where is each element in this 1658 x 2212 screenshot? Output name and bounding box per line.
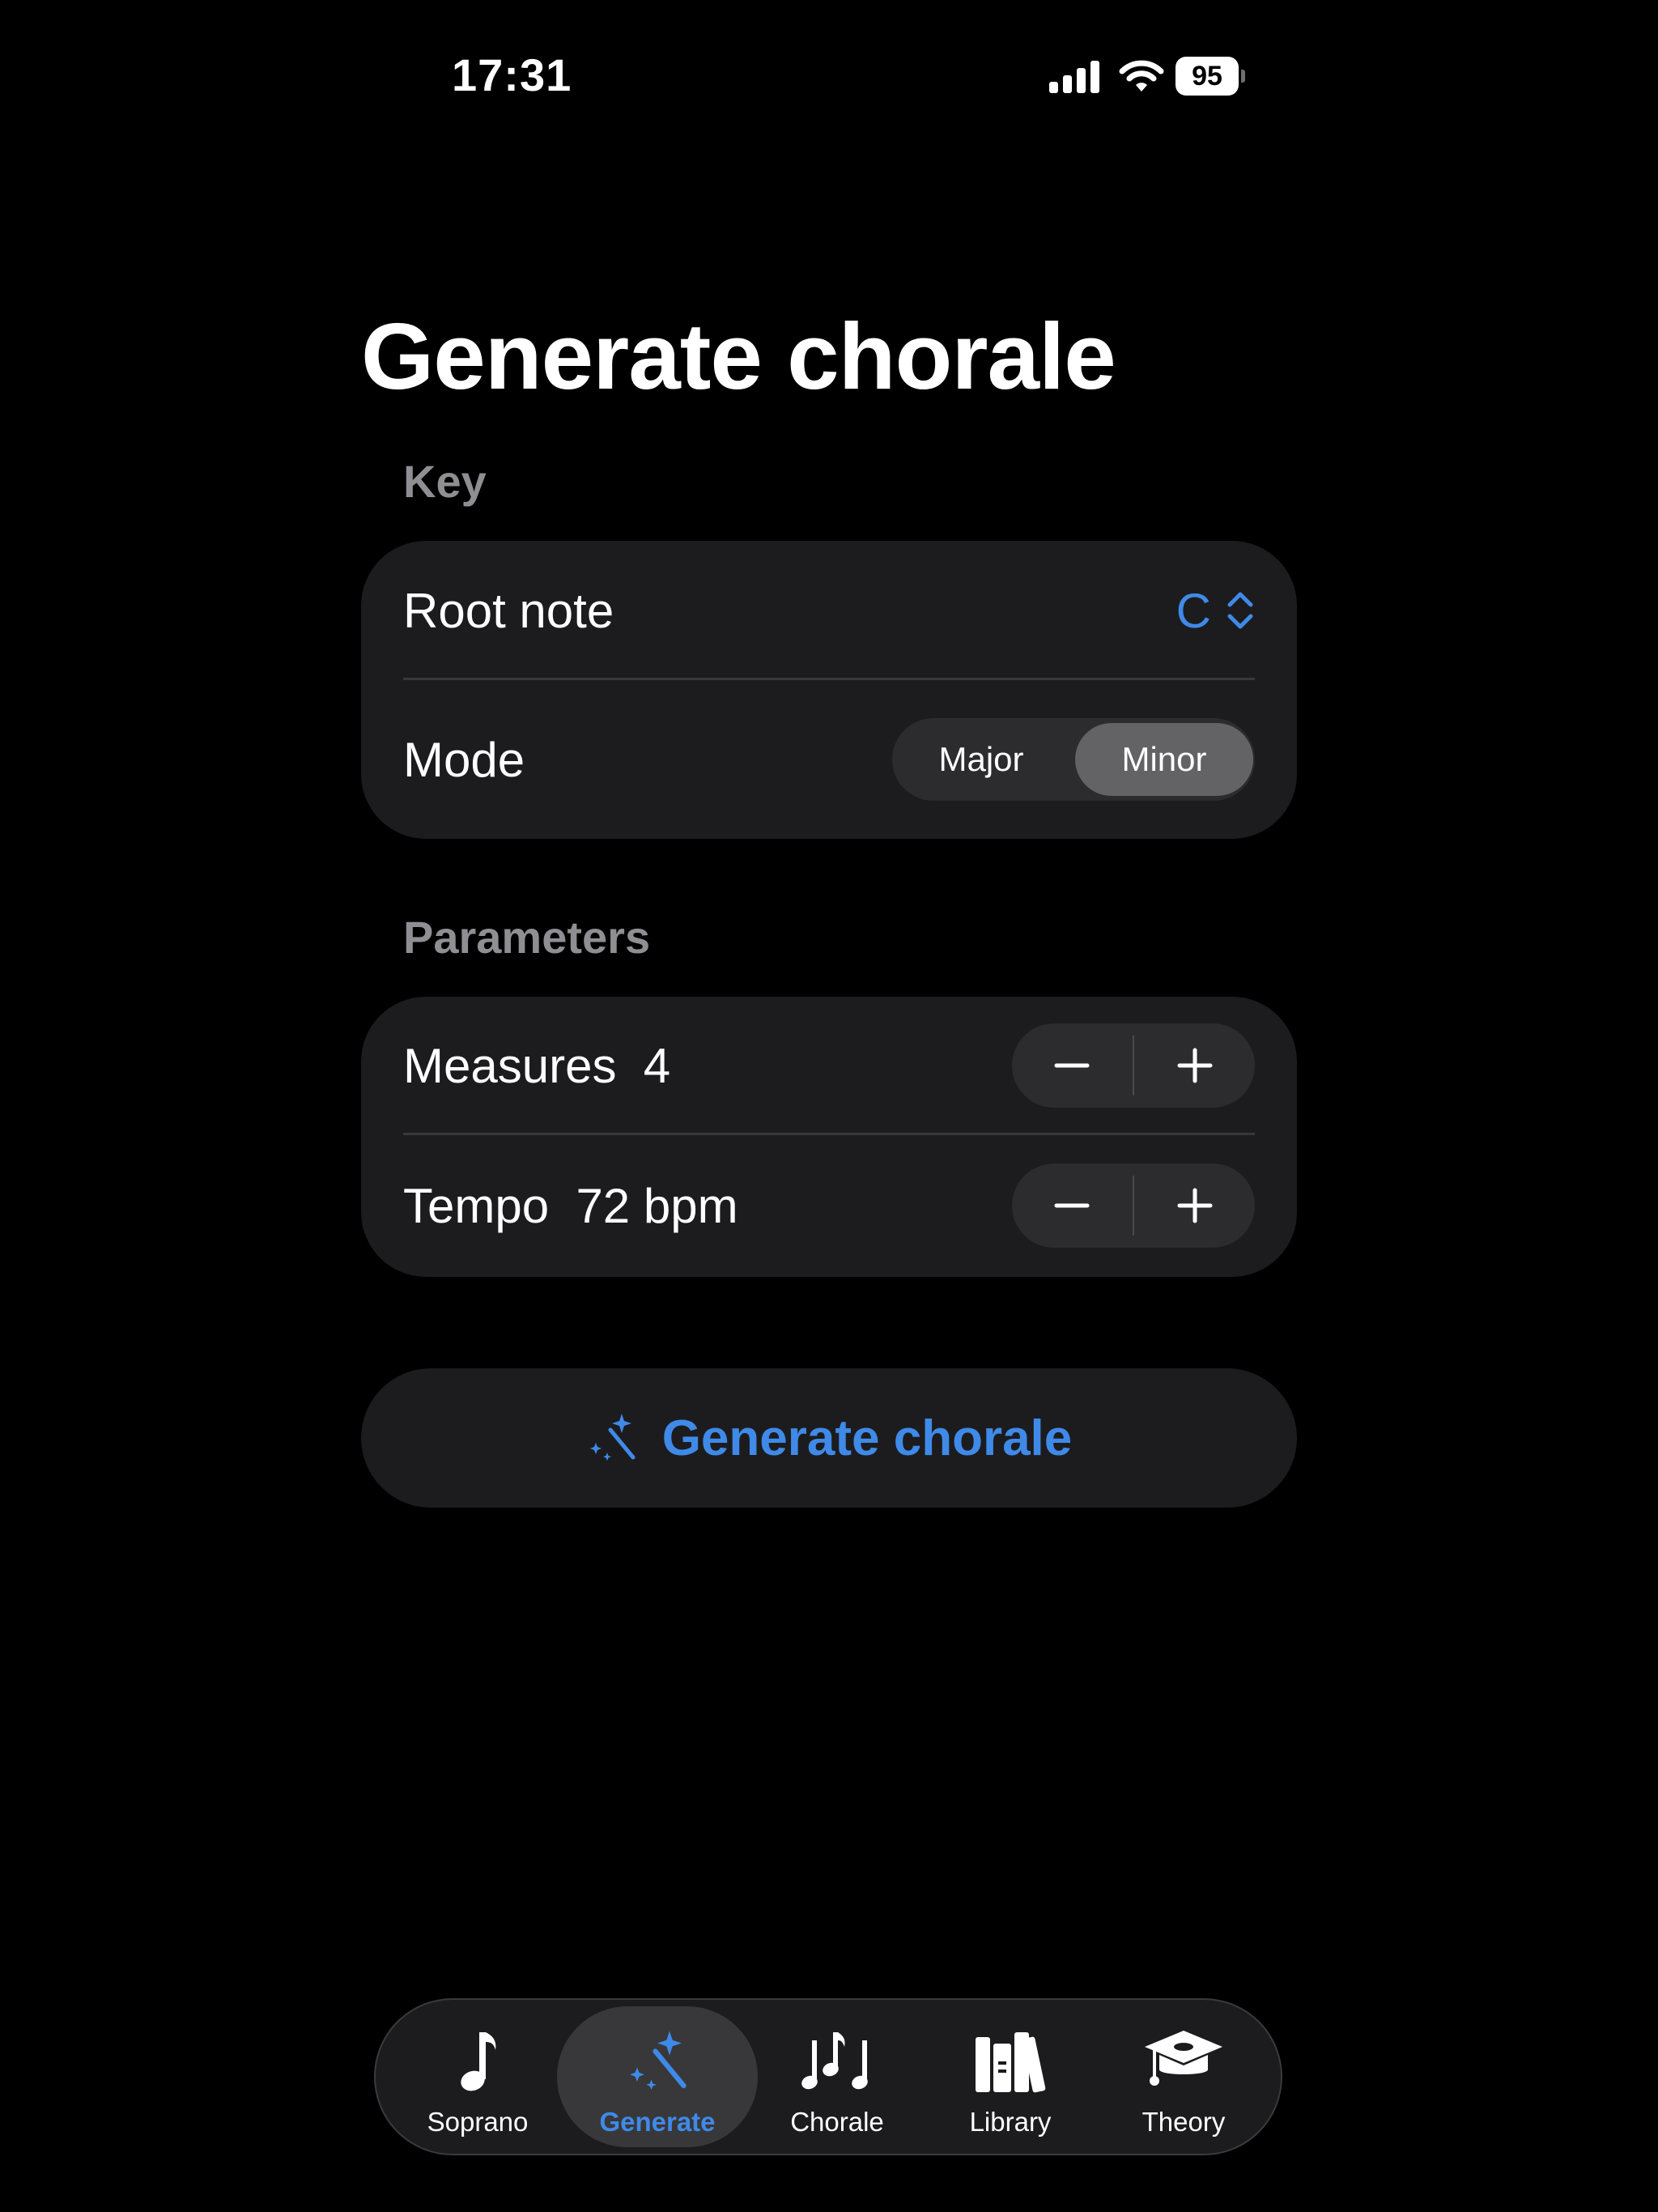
magic-wand-icon <box>589 1414 636 1461</box>
minus-icon <box>1054 1203 1090 1208</box>
generate-chorale-button-label: Generate chorale <box>661 1410 1073 1466</box>
parameters-section-header: Parameters <box>403 912 651 963</box>
tab-label: Theory <box>1141 2107 1226 2137</box>
plus-icon <box>1177 1188 1213 1223</box>
key-section-header: Key <box>403 456 487 507</box>
tab-label: Library <box>969 2107 1052 2137</box>
tab-label: Soprano <box>427 2107 529 2137</box>
status-time: 17:31 <box>452 49 572 100</box>
generate-chorale-button[interactable]: Generate chorale <box>361 1368 1297 1508</box>
tab-library[interactable]: Library <box>929 2006 1091 2147</box>
tab-soprano[interactable]: Soprano <box>397 2006 559 2147</box>
measures-label: Measures 4 <box>403 1038 670 1094</box>
music-note-icon <box>461 2032 496 2091</box>
tempo-decrement-button[interactable] <box>1012 1163 1133 1248</box>
tab-chorale[interactable]: Chorale <box>756 2006 918 2147</box>
chevron-up-down-icon <box>1227 592 1253 629</box>
minus-icon <box>1054 1063 1090 1068</box>
plus-icon <box>1177 1048 1213 1083</box>
mode-label: Mode <box>403 732 525 787</box>
tab-theory[interactable]: Theory <box>1103 2006 1265 2147</box>
graduation-cap-icon <box>1145 2031 1222 2086</box>
parameters-card: Measures 4 Tempo 72 bpm <box>361 997 1297 1277</box>
measures-stepper[interactable] <box>1012 1023 1255 1108</box>
status-icons: 95 <box>1049 57 1245 96</box>
measures-value: 4 <box>643 1038 671 1093</box>
mode-segmented-control[interactable]: Major Minor <box>892 718 1255 801</box>
tempo-stepper[interactable] <box>1012 1163 1255 1248</box>
measures-row: Measures 4 <box>403 997 1255 1134</box>
root-note-label: Root note <box>403 583 614 638</box>
books-icon <box>976 2032 1046 2093</box>
root-note-picker[interactable]: C <box>1176 583 1255 639</box>
battery-indicator: 95 <box>1175 57 1245 96</box>
wifi-icon <box>1119 60 1164 91</box>
mode-option-minor[interactable]: Minor <box>1075 723 1253 796</box>
measures-label-text: Measures <box>403 1038 617 1093</box>
measures-decrement-button[interactable] <box>1012 1023 1133 1108</box>
battery-level: 95 <box>1175 57 1239 96</box>
tempo-label-text: Tempo <box>403 1178 550 1233</box>
tab-label: Generate <box>599 2107 716 2137</box>
tab-bar: Soprano Generate Chorale Library Theory <box>374 1998 1282 2155</box>
key-card: Root note C Mode Major Minor <box>361 541 1297 839</box>
tab-generate[interactable]: Generate <box>557 2006 758 2147</box>
battery-nub <box>1241 70 1245 83</box>
music-notes-icon <box>801 2032 868 2090</box>
tab-label: Chorale <box>790 2107 884 2137</box>
page-title: Generate chorale <box>361 304 1116 409</box>
mode-row: Mode Major Minor <box>403 680 1255 839</box>
magic-wand-icon <box>630 2031 687 2090</box>
cellular-signal-icon <box>1049 61 1099 93</box>
tempo-label: Tempo 72 bpm <box>403 1178 738 1234</box>
tempo-increment-button[interactable] <box>1134 1163 1255 1248</box>
tempo-row: Tempo 72 bpm <box>403 1134 1255 1277</box>
root-note-row[interactable]: Root note C <box>403 541 1255 680</box>
measures-increment-button[interactable] <box>1134 1023 1255 1108</box>
tempo-value: 72 bpm <box>576 1178 738 1233</box>
root-note-value: C <box>1175 583 1211 638</box>
mode-option-major[interactable]: Major <box>892 723 1070 796</box>
